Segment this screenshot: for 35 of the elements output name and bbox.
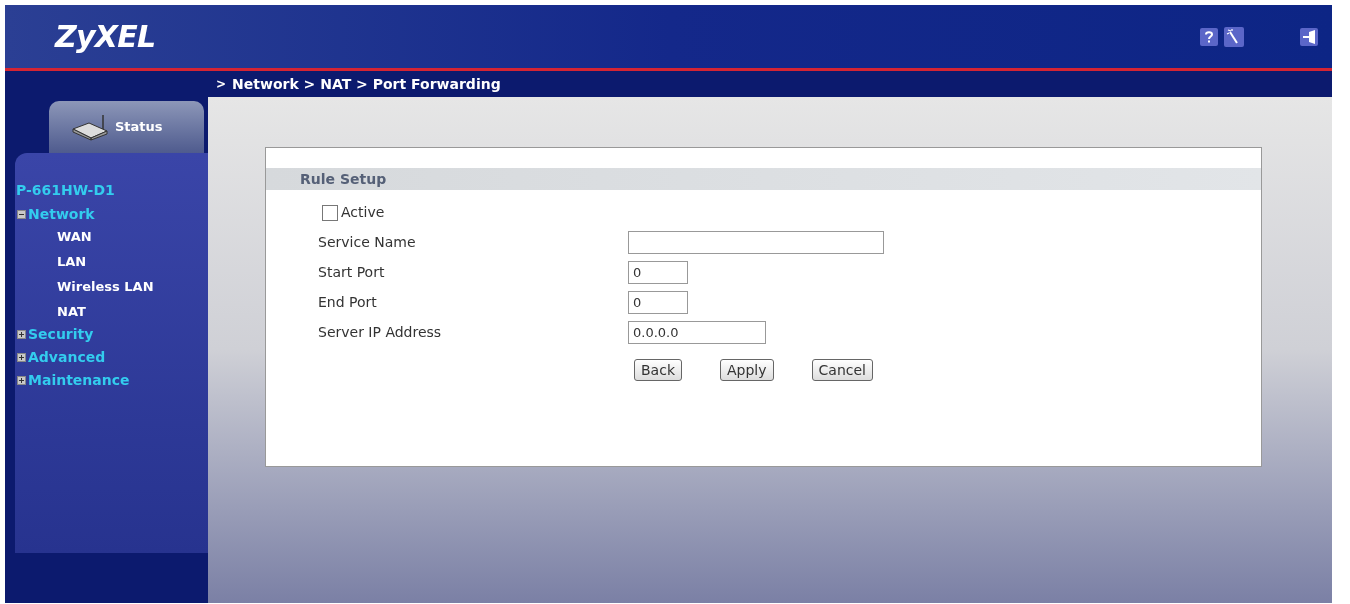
tree-item[interactable]: Security [28, 327, 94, 341]
active-checkbox[interactable] [322, 204, 338, 221]
tree-item[interactable]: WAN [57, 230, 208, 243]
input-field[interactable]: 0 [628, 261, 688, 284]
form-button[interactable]: Apply [720, 359, 774, 381]
wand-icon[interactable] [1224, 26, 1244, 47]
logo: ZyXEL [55, 18, 156, 56]
device-name: P-661HW-D1 [15, 183, 116, 197]
logout-icon[interactable] [1300, 27, 1318, 46]
input-field[interactable]: 0 [628, 291, 688, 314]
expand-icon[interactable] [17, 352, 26, 362]
breadcrumb-marker: > [216, 76, 227, 93]
tree-item[interactable]: NAT [57, 305, 208, 318]
active-label: Active [341, 203, 385, 222]
input-field[interactable]: 0.0.0.0 [628, 321, 766, 344]
field-label: Service Name [318, 233, 417, 252]
expand-icon[interactable] [17, 329, 26, 339]
tree-item[interactable]: Maintenance [28, 373, 130, 387]
field-label: End Port [318, 293, 378, 312]
router-icon [71, 113, 111, 141]
tree-item[interactable]: Wireless LAN [57, 280, 208, 293]
field-label: Start Port [318, 263, 386, 282]
status-tab[interactable]: Status [49, 101, 204, 153]
tree-item[interactable]: LAN [57, 255, 208, 268]
form-button[interactable]: Back [634, 359, 682, 381]
tree-item[interactable]: Network [28, 207, 95, 221]
breadcrumb: Network > NAT > Port Forwarding [232, 74, 501, 94]
field-label: Server IP Address [318, 323, 443, 342]
expand-icon[interactable] [17, 375, 26, 385]
input-field[interactable] [628, 231, 884, 254]
form-button[interactable]: Cancel [811, 359, 873, 381]
tree-item[interactable]: Advanced [28, 350, 106, 364]
help-icon[interactable] [1200, 27, 1218, 46]
panel-title: Rule Setup [300, 169, 387, 189]
collapse-icon[interactable] [17, 209, 26, 219]
